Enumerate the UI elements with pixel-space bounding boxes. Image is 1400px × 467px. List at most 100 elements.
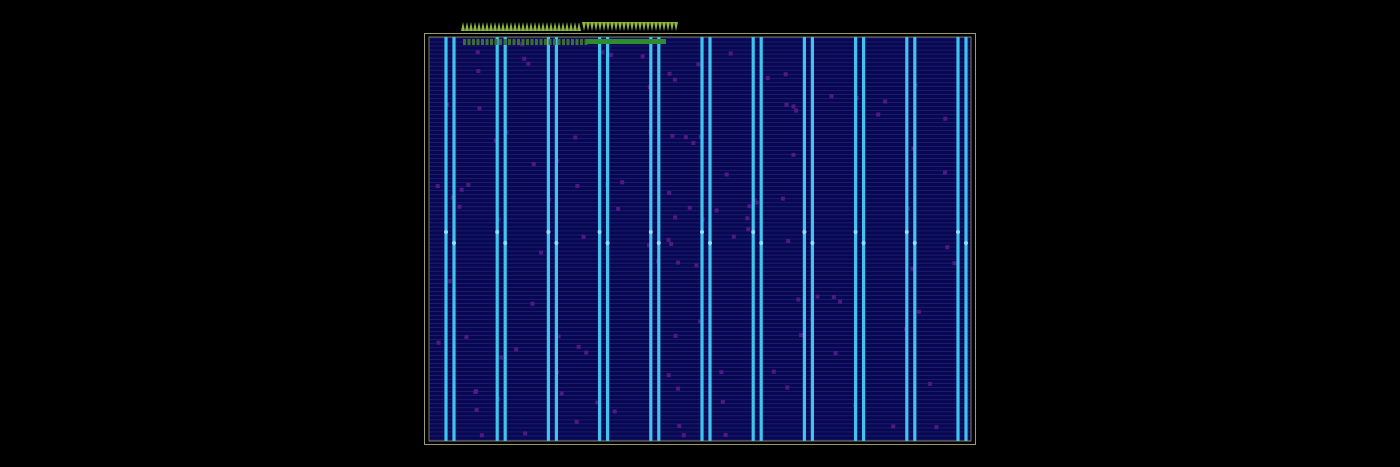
strap-via — [554, 241, 559, 245]
placed-cell — [616, 206, 621, 211]
placed-cell — [584, 350, 589, 355]
placed-cell — [694, 263, 699, 268]
placed-cell — [464, 334, 469, 339]
placed-cell — [474, 407, 479, 412]
pin-stub — [494, 39, 498, 45]
vdd-strap — [598, 37, 602, 441]
strap-via — [751, 230, 756, 234]
placed-cell — [731, 234, 736, 239]
placed-cell — [791, 152, 796, 157]
placed-cell — [576, 344, 581, 349]
vss-strap — [503, 37, 507, 441]
vdd-strap — [495, 37, 499, 441]
strap-via — [700, 230, 704, 234]
placed-cell — [829, 94, 834, 99]
strap-via — [964, 241, 968, 245]
placed-cell — [436, 340, 441, 345]
placed-cell — [575, 183, 580, 188]
placed-cell — [720, 399, 725, 404]
vdd-strap — [854, 37, 858, 441]
pin-stub — [535, 39, 538, 45]
placed-cell — [673, 333, 678, 338]
strap-via — [861, 241, 866, 245]
placed-cell — [457, 204, 462, 209]
placed-cell — [681, 433, 686, 438]
strap-via — [444, 230, 448, 234]
standard-cell-rows — [430, 37, 970, 441]
pin-stub — [472, 39, 475, 45]
vss-strap — [862, 37, 866, 441]
placed-cell — [765, 76, 770, 81]
strap-via — [656, 241, 661, 245]
placed-cell — [476, 69, 481, 74]
placed-cell — [573, 135, 578, 140]
pin-stub — [481, 39, 484, 45]
placed-cell — [640, 54, 645, 59]
placed-cell — [945, 245, 950, 250]
placed-cell — [831, 294, 836, 299]
vss-strap — [657, 37, 661, 441]
placed-cell — [771, 369, 776, 374]
pin-stub — [512, 39, 516, 45]
pin-stub — [557, 39, 561, 45]
strap-via — [759, 241, 764, 245]
pin-stub — [526, 39, 529, 45]
pin-stub — [580, 39, 583, 45]
vss-strap — [964, 37, 968, 441]
strap-via — [648, 230, 653, 234]
placed-cell — [784, 102, 789, 107]
pin-stub — [517, 39, 520, 45]
vss-strap — [452, 37, 456, 441]
placed-cell — [952, 261, 957, 266]
placed-cell — [687, 205, 692, 210]
pin-stub — [490, 39, 493, 45]
placed-cell — [833, 351, 838, 356]
pin-stub — [499, 39, 502, 45]
placed-cell — [746, 227, 751, 232]
vdd-strap — [905, 37, 909, 441]
pin-stub — [553, 39, 556, 45]
placed-cell — [581, 234, 586, 239]
pin-stub — [548, 39, 552, 45]
pin-stub — [530, 39, 534, 45]
strap-via — [597, 230, 602, 234]
placed-cell — [477, 106, 482, 111]
strap-via — [853, 230, 858, 234]
strap-via — [546, 230, 551, 234]
placed-cell — [745, 216, 750, 221]
vss-strap — [554, 37, 558, 441]
placed-cell — [815, 294, 820, 299]
placed-cell — [531, 162, 536, 167]
placed-cell — [459, 187, 464, 192]
placed-cell — [724, 172, 729, 177]
pin-route-bar — [586, 39, 666, 44]
placed-cell — [608, 52, 613, 57]
placed-cell — [791, 104, 796, 109]
placed-cell — [719, 370, 724, 375]
placed-cell — [670, 133, 675, 138]
vdd-strap — [444, 37, 448, 441]
strap-via — [605, 241, 610, 245]
placed-cell — [672, 77, 677, 82]
strap-via — [956, 230, 960, 234]
placed-cell — [916, 309, 921, 314]
placed-cell — [876, 112, 881, 117]
pin-stub — [467, 39, 471, 45]
placed-cell — [523, 431, 528, 436]
placed-cell — [435, 184, 440, 189]
placed-cell — [943, 170, 948, 175]
placed-cell — [838, 299, 843, 304]
placed-cell — [526, 61, 531, 66]
vdd-strap — [802, 37, 806, 441]
pin-stub — [503, 39, 507, 45]
pin-stub — [539, 39, 543, 45]
placed-cell — [514, 347, 519, 352]
placed-cell — [714, 208, 719, 213]
placed-cell — [473, 390, 478, 395]
placed-cell — [798, 333, 803, 338]
placed-cell — [479, 433, 484, 438]
vdd-strap — [649, 37, 653, 441]
pin-stub — [508, 39, 511, 45]
pin-stub — [476, 39, 480, 45]
placed-cell — [691, 141, 696, 146]
